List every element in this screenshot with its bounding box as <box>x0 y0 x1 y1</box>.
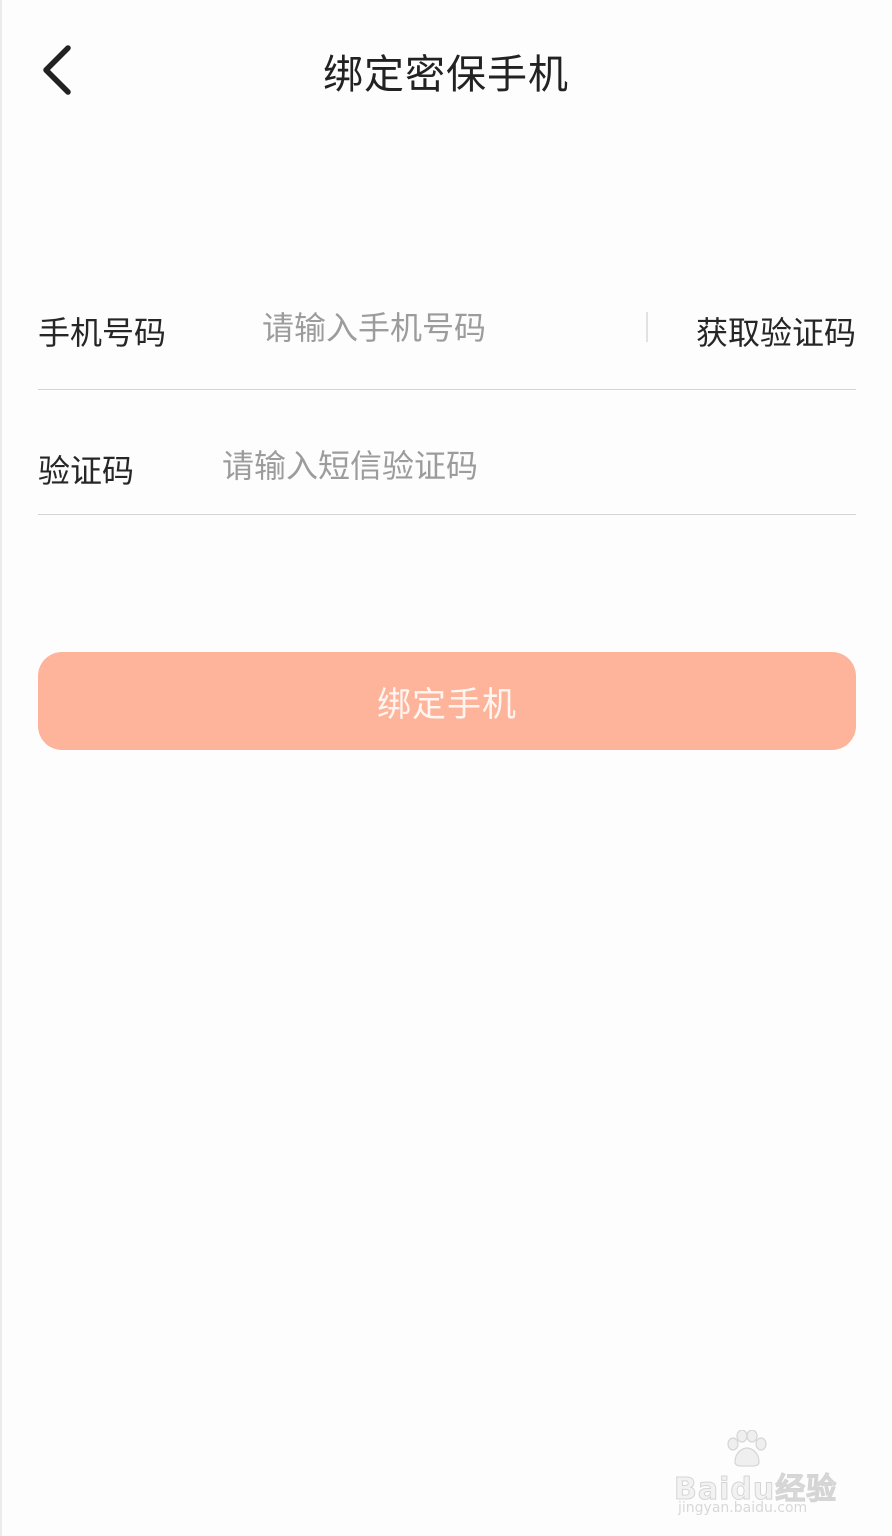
bind-phone-button[interactable]: 绑定手机 <box>38 652 856 750</box>
code-row: 验证码 <box>38 410 856 515</box>
baidu-jingyan-watermark: Baidu经验 jingyan.baidu.com <box>673 1430 844 1518</box>
navigation-bar: 绑定密保手机 <box>0 0 892 140</box>
get-code-button[interactable]: 获取验证码 <box>696 308 856 354</box>
phone-label: 手机号码 <box>38 314 167 352</box>
frame-edge <box>0 0 2 1536</box>
phone-row: 手机号码 获取验证码 <box>38 270 856 390</box>
baidu-paw-icon <box>727 1430 767 1467</box>
vertical-divider <box>646 312 648 342</box>
code-input[interactable] <box>222 442 822 490</box>
code-label: 验证码 <box>38 452 135 490</box>
watermark-url: jingyan.baidu.com <box>678 1500 808 1516</box>
page-title: 绑定密保手机 <box>323 52 569 98</box>
phone-input[interactable] <box>262 304 632 352</box>
